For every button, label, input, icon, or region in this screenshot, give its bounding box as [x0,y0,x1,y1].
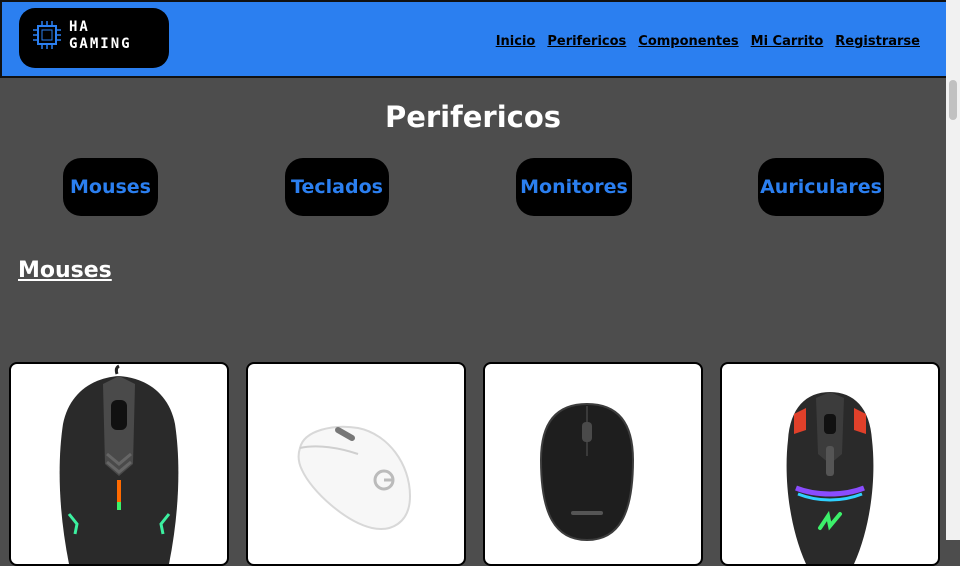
scroll-thumb[interactable] [949,80,957,120]
nav-link-componentes[interactable]: Componentes [638,34,738,49]
product-card[interactable] [246,362,466,566]
nav-link-perifericos[interactable]: Perifericos [547,34,626,49]
black-logitech-mouse-image [539,402,635,542]
category-button-monitores[interactable]: Monitores [516,158,632,216]
white-logitech-mouse-image [297,425,412,530]
rgb-gaming-mouse-image [786,392,874,564]
product-card[interactable] [483,362,703,566]
section-title-mouses: Mouses [18,258,112,283]
navbar: HA GAMING Inicio Perifericos Componentes… [0,0,948,78]
scrollbar[interactable] [946,0,960,540]
brand-name: HA GAMING [69,19,132,53]
brand-line-2: GAMING [69,36,132,52]
nav-link-inicio[interactable]: Inicio [496,34,536,49]
black-gaming-mouse-image [59,364,179,564]
nav-link-registrarse[interactable]: Registrarse [835,34,920,49]
product-card[interactable] [9,362,229,566]
product-card[interactable] [720,362,940,566]
category-button-teclados[interactable]: Teclados [285,158,389,216]
page-title: Perifericos [384,100,562,134]
brand-line-1: HA [69,19,90,35]
chip-icon [33,21,61,49]
nav-link-mi-carrito[interactable]: Mi Carrito [751,34,824,49]
nav-links: Inicio Perifericos Componentes Mi Carrit… [496,34,920,49]
category-button-auriculares[interactable]: Auriculares [758,158,884,216]
category-button-mouses[interactable]: Mouses [63,158,158,216]
logo[interactable]: HA GAMING [19,8,169,68]
